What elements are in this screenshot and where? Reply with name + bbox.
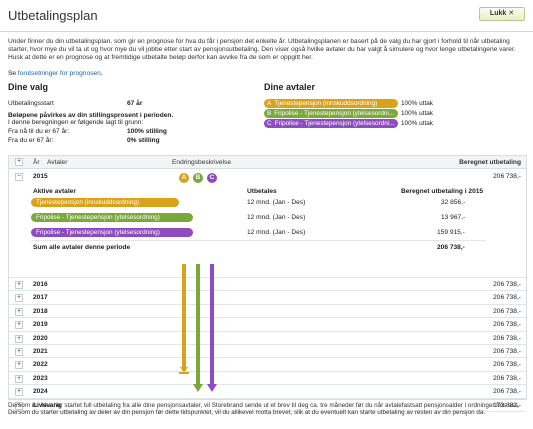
affected-text: Beløpene påvirkes av din stillingsprosen… bbox=[8, 112, 174, 119]
from-now-value: 100% stilling bbox=[127, 128, 167, 135]
agreement-pct-c: 100% uttak bbox=[401, 120, 433, 127]
timeline-arrows bbox=[179, 264, 217, 392]
footer-text: Dersom du ikke har startet full utbetali… bbox=[8, 402, 520, 417]
agreement-pill-c: C Fripolise - Tjenestepensjon (ytelsesord… bbox=[264, 119, 398, 128]
from-67-label: Fra du er 67 år: bbox=[8, 137, 54, 144]
page-title: Utbetalingsplan bbox=[8, 8, 98, 23]
close-button[interactable]: Lukk ✕ bbox=[479, 7, 525, 21]
from-67-value: 0% stilling bbox=[127, 137, 160, 144]
timeline-arrow-c bbox=[207, 264, 217, 392]
agreement-pill-a: A Tjenestepensjon (innskuddsordning) bbox=[264, 99, 398, 108]
choices-heading: Dine valg bbox=[8, 82, 49, 92]
agreements-heading: Dine avtaler bbox=[264, 82, 316, 92]
prereq-suffix: . bbox=[100, 70, 103, 77]
intro-text: Under finner du din utbetalingsplan, som… bbox=[8, 38, 516, 61]
from-now-label: Fra nå til du er 67 år: bbox=[8, 128, 70, 135]
title-bar: Utbetalingsplan Lukk ✕ bbox=[0, 0, 533, 32]
agreement-pct-a: 100% uttak bbox=[401, 100, 433, 107]
agreement-letter-a: A bbox=[267, 100, 272, 107]
agreement-letter-c: C bbox=[267, 120, 272, 127]
start-label: Utbetalingsstart bbox=[8, 100, 54, 107]
agreement-label-c: Fripolise - Tjenestepensjon (ytelsesordn… bbox=[274, 120, 395, 127]
payout-table: + År Avtaler Endringsbeskrivelse Beregne… bbox=[8, 155, 527, 412]
prerequisites-link[interactable]: forutsetninger for prognosen bbox=[18, 70, 101, 77]
timeline-arrow-a bbox=[179, 264, 189, 374]
agreement-pct-b: 100% uttak bbox=[401, 110, 433, 117]
timeline-arrow-b bbox=[193, 264, 203, 392]
agreement-label-a: Tjenestepensjon (innskuddsordning) bbox=[274, 100, 378, 107]
agreement-label-b: Fripolise - Tjenestepensjon (ytelsesordn… bbox=[274, 110, 395, 117]
agreement-pill-b: B Fripolise - Tjenestepensjon (ytelsesord… bbox=[264, 109, 398, 118]
start-value: 67 år bbox=[127, 100, 143, 107]
prerequisites-line: Se forutsetninger for prognosen. bbox=[8, 70, 103, 77]
basis-text: I denne beregningen er følgende lagt til… bbox=[8, 119, 144, 126]
prereq-prefix: Se bbox=[8, 70, 18, 77]
agreement-letter-b: B bbox=[267, 110, 272, 117]
